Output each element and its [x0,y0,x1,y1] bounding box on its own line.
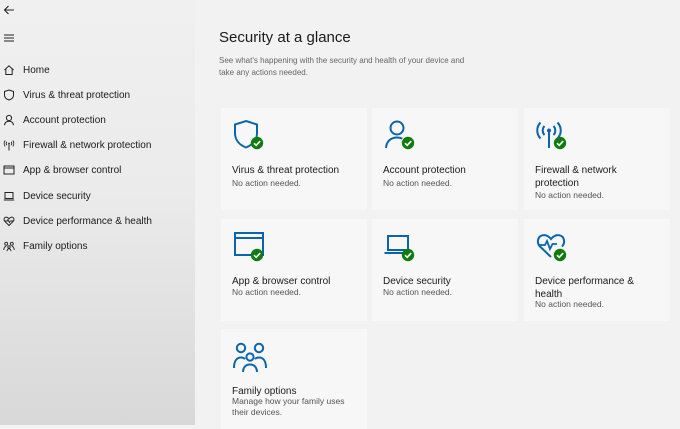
card-status: No action needed. [535,299,604,309]
person-check-icon [385,120,415,150]
sidebar-item-app-browser-control[interactable]: App & browser control [0,159,195,181]
sidebar-item-label: Virus & threat protection [23,89,131,101]
card-firewall-network-protection[interactable]: Firewall & network protection No action … [524,108,670,210]
card-device-performance-health[interactable]: Device performance & health No action ne… [524,219,670,321]
menu-button[interactable] [2,31,16,45]
sidebar-item-label: Device performance & health [23,215,152,227]
sidebar-item-device-performance-health[interactable]: Device performance & health [0,210,195,232]
sidebar-item-device-security[interactable]: Device security [0,185,195,207]
antenna-check-icon [536,121,567,150]
card-status: No action needed. [383,287,452,297]
sidebar-item-family-options[interactable]: Family options [0,235,195,257]
page-subtitle: See what's happening with the security a… [219,56,465,77]
card-device-security[interactable]: Device security No action needed. [372,219,518,321]
shield-icon [4,89,14,101]
sidebar-item-label: App & browser control [23,164,122,176]
family-icon [3,241,15,252]
home-icon [4,65,14,75]
card-title: Account protection [383,165,466,176]
sidebar-item-label: Device security [23,190,91,202]
person-icon [4,114,14,126]
shield-check-icon [234,119,264,150]
card-family-options[interactable]: Family options Manage how your family us… [221,329,367,429]
app-window-check-icon [234,232,264,262]
card-title: Device performance & health [535,276,634,300]
antenna-icon [3,140,15,151]
card-status: No action needed. [232,178,301,188]
sidebar-item-label: Firewall & network protection [23,139,152,151]
card-title: Virus & threat protection [232,165,340,176]
sidebar-item-home[interactable]: Home [0,59,195,81]
back-arrow-icon [3,5,14,15]
page-title: Security at a glance [219,29,351,46]
sidebar-item-firewall-network-protection[interactable]: Firewall & network protection [0,134,195,156]
laptop-check-icon [384,235,415,262]
heart-pulse-icon [3,216,15,227]
hamburger-icon [4,34,14,42]
card-status: No action needed. [232,287,301,297]
back-button[interactable] [2,3,16,17]
card-status: Manage how your family uses their device… [232,396,345,417]
card-app-browser-control[interactable]: App & browser control No action needed. [221,219,367,321]
laptop-icon [3,192,15,201]
app-window-icon [3,165,15,175]
card-status: No action needed. [383,178,452,188]
card-status: No action needed. [535,190,604,200]
heart-pulse-check-icon [536,234,567,262]
family-icon [233,342,267,373]
card-virus-threat-protection[interactable]: Virus & threat protection No action need… [221,108,367,210]
sidebar-item-label: Account protection [23,114,106,126]
card-account-protection[interactable]: Account protection No action needed. [372,108,518,210]
card-title: Firewall & network protection [535,165,617,189]
sidebar-item-label: Home [23,64,50,76]
sidebar-item-virus-threat-protection[interactable]: Virus & threat protection [0,84,195,106]
main-content: Security at a glance See what's happenin… [195,0,680,429]
sidebar: Home Virus & threat protection Account p… [0,0,195,425]
sidebar-item-label: Family options [23,240,88,252]
sidebar-item-account-protection[interactable]: Account protection [0,109,195,131]
